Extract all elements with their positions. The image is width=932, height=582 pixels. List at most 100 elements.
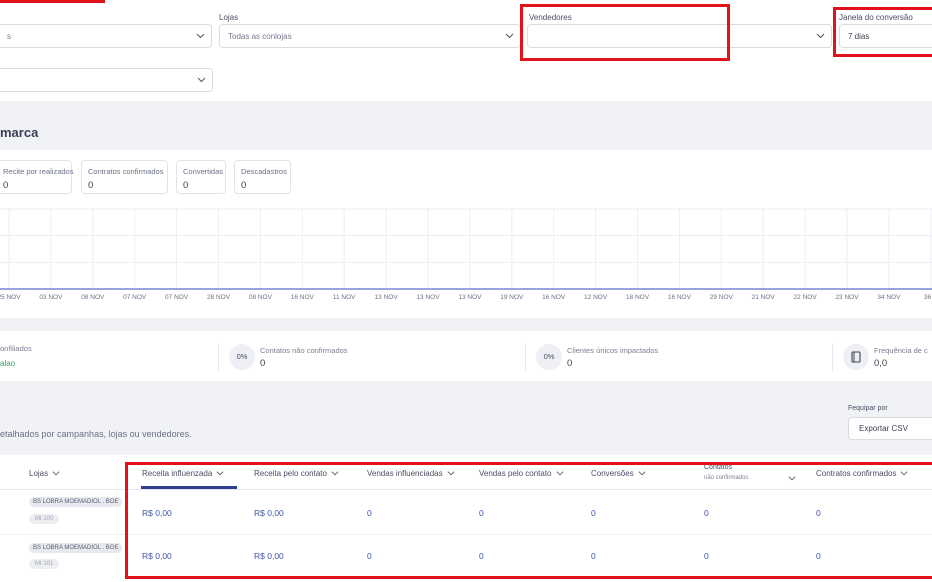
col-contratos-confirmados[interactable]: Contratos confirmados <box>816 469 908 479</box>
export-csv-label: Exportar CSV <box>859 424 908 433</box>
cell-receita-influenciada: R$ 0,00 <box>142 551 172 561</box>
col-receita-influenciada[interactable]: Receita influenzada <box>142 469 224 479</box>
cell-conversoes: 0 <box>591 508 596 518</box>
first-filter-value: s <box>7 32 11 41</box>
stat-value: 0 <box>88 180 94 191</box>
x-tick-label: 21 NOV <box>751 294 775 301</box>
x-tick-label: 23 NOV <box>835 294 859 301</box>
kpi-label: onfiliados <box>0 344 32 353</box>
cell-receita-contato: R$ 0,00 <box>254 508 284 518</box>
x-tick-label: 07 NOV <box>165 294 189 301</box>
kpi-value: 0,0 <box>874 358 888 369</box>
chevron-down-icon <box>900 469 908 479</box>
chevron-down-icon <box>331 469 339 479</box>
store-id-pill: Mt 100 <box>29 514 60 524</box>
chevron-down-icon <box>556 469 564 479</box>
chevron-down-icon <box>816 31 825 40</box>
stat-label: Convertidas <box>183 167 224 176</box>
kpi-card <box>0 331 932 381</box>
col-contatos[interactable]: Contatos não confirmados <box>704 463 748 483</box>
kpi-divider <box>218 343 219 371</box>
cell-contatos: 0 <box>704 551 709 561</box>
x-tick-label: 34 NOV <box>877 294 901 301</box>
details-description: etalhados por campanhas, lojas ou vended… <box>0 429 192 439</box>
x-tick-label: 18 NOV <box>625 294 650 301</box>
x-tick-label: 16 NOV <box>542 294 566 301</box>
janela-select[interactable]: 7 dias <box>839 24 932 48</box>
kpi-label: Frequência de c <box>874 346 928 355</box>
stat-value: 0 <box>241 180 247 191</box>
col-conversoes[interactable]: Conversões <box>591 469 646 479</box>
cell-conversoes: 0 <box>591 551 596 561</box>
vendedores-select[interactable] <box>527 24 832 48</box>
col-lojas[interactable]: Lojas <box>29 469 60 479</box>
chevron-down-icon <box>638 469 646 479</box>
store-name-pill: BS LOBRA MOEMADIOL . BOE <box>29 497 123 507</box>
lojas-select[interactable]: Todas as conlojas <box>219 24 521 48</box>
chevron-down-icon <box>196 31 205 40</box>
group-by-label: Fequipar por <box>848 405 888 412</box>
cell-contatos: 0 <box>704 508 709 518</box>
cell-vendas-influenciadas: 0 <box>367 508 372 518</box>
col-vendas-contato[interactable]: Vendas pelo contato <box>479 469 564 479</box>
kpi-value: 0 <box>567 358 573 369</box>
x-tick-label: 16 NOV <box>290 294 314 301</box>
col-label: Conversões <box>591 469 634 479</box>
cell-vendas-influenciadas: 0 <box>367 551 372 561</box>
kpi-divider <box>832 343 833 371</box>
col-sublabel: não confirmados <box>704 475 749 481</box>
cell-vendas-contato: 0 <box>479 551 484 561</box>
export-csv-button[interactable]: Exportar CSV <box>848 417 932 440</box>
kpi-label: Contatos não confirmados <box>260 346 348 355</box>
stat-value: 0 <box>3 180 9 191</box>
x-tick-label: 29 NOV <box>709 294 733 301</box>
vendedores-label: Vendedores <box>529 13 572 22</box>
cell-receita-contato: R$ 0,00 <box>254 551 284 561</box>
col-label: Contatos <box>704 464 733 471</box>
kpi-divider <box>525 343 526 371</box>
col-label: Vendas pelo contato <box>479 469 552 479</box>
chevron-down-icon <box>216 469 224 479</box>
stat-value: 0 <box>183 180 189 191</box>
line-chart <box>0 208 932 290</box>
x-tick-label: 03 NOV <box>39 294 63 301</box>
col-receita-contato[interactable]: Receita pelo contato <box>254 469 339 479</box>
col-label: Receita influenzada <box>142 469 213 479</box>
lojas-label: Lojas <box>219 13 239 22</box>
kpi-icon-circle <box>843 344 869 370</box>
x-tick-label: 12 NOV <box>584 294 608 301</box>
stat-label: Descadastros <box>241 167 287 176</box>
col-vendas-influenciadas[interactable]: Vendas influenciadas <box>367 469 455 479</box>
x-tick-label: 19 NOV <box>500 294 524 301</box>
stat-card: Contratos confirmados 0 <box>81 160 168 194</box>
x-tick-label: 16 NOV <box>667 294 691 301</box>
cell-vendas-contato: 0 <box>479 508 484 518</box>
kpi-badge: 0% <box>536 344 562 370</box>
x-tick-label: 08 NOV <box>248 294 272 301</box>
lojas-value: Todas as conlojas <box>228 32 292 41</box>
stat-label: Contratos confirmados <box>88 167 164 176</box>
store-name-pill: BS LOBRA MOEMADIOL . BOE <box>29 543 123 553</box>
col-label: Vendas influenciadas <box>367 469 443 479</box>
cell-contratos: 0 <box>816 508 821 518</box>
x-tick-label: 11 NOV <box>332 294 356 301</box>
first-filter-select[interactable]: s <box>0 24 212 48</box>
second-row-select[interactable] <box>0 68 213 92</box>
stat-card: Convertidas 0 <box>176 160 226 194</box>
table-row[interactable]: BS LOBRA MOEMADIOL . BOE Mt 101 R$ 0,00 … <box>0 535 932 579</box>
x-tick-label: 07 NOV <box>123 294 147 301</box>
janela-value: 7 dias <box>848 32 870 41</box>
store-id-pill: Mt 101 <box>29 559 60 569</box>
kpi-badge: 0% <box>229 344 255 370</box>
stat-card: Descadastros 0 <box>234 160 291 194</box>
chevron-down-icon <box>197 75 206 84</box>
janela-label: Janela do conversão <box>839 13 913 22</box>
top-left-red-marker <box>0 0 105 3</box>
cell-receita-influenciada: R$ 0,00 <box>142 508 172 518</box>
kpi-link[interactable]: alao <box>0 359 15 368</box>
x-tick-label: 13 NOV <box>416 294 440 301</box>
chevron-down-icon <box>447 469 455 479</box>
kpi-value: 0 <box>260 358 266 369</box>
table-row[interactable]: BS LOBRA MOEMADIOL . BOE Mt 100 R$ 0,00 … <box>0 490 932 534</box>
col-label: Contratos confirmados <box>816 469 897 479</box>
